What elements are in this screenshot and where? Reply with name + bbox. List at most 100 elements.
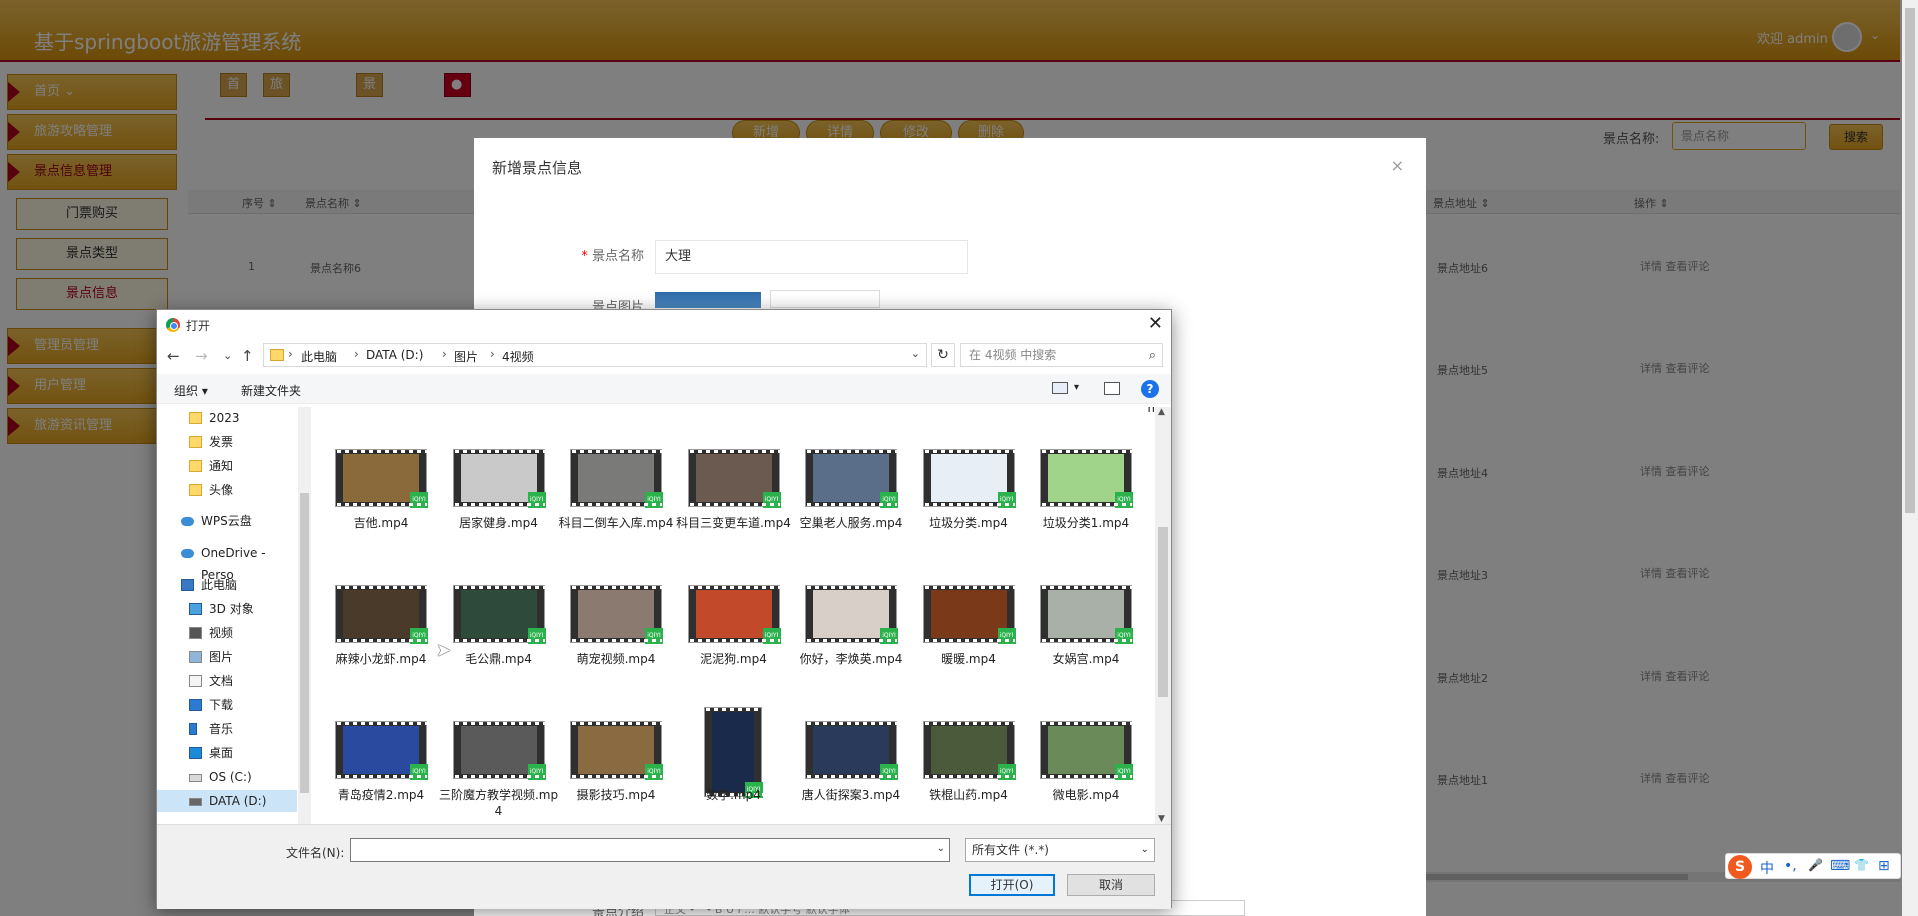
tree-scrollbar[interactable] xyxy=(298,407,311,824)
breadcrumb-pictures[interactable]: 图片 xyxy=(454,348,478,365)
preview-pane-icon[interactable] xyxy=(1104,382,1120,395)
tree-item-label: 桌面 xyxy=(209,746,234,760)
chevron-down-icon[interactable]: ⌄ xyxy=(911,347,920,360)
tree-item[interactable]: 音乐 xyxy=(157,718,297,740)
breadcrumb-videos[interactable]: 4视频 xyxy=(502,348,534,365)
help-icon[interactable]: ? xyxy=(1141,380,1159,398)
file-item[interactable]: iQIYI 吉他.mp4 xyxy=(319,445,428,560)
organize-button[interactable]: 组织 ▾ xyxy=(174,382,208,399)
cancel-button[interactable]: 取消 xyxy=(1067,874,1155,896)
tree-item[interactable]: 头像 xyxy=(157,479,297,501)
chevron-right-icon[interactable]: › xyxy=(354,347,359,361)
file-item[interactable]: iQIYI 摄影技巧.mp4 xyxy=(554,717,663,824)
ime-mode-icon[interactable]: 中 xyxy=(1760,858,1774,878)
tree-item[interactable]: 下载 xyxy=(157,694,297,716)
scroll-thumb[interactable] xyxy=(300,493,309,793)
filetype-select[interactable]: 所有文件 (*.*) ⌄ xyxy=(965,838,1155,862)
file-item[interactable]: iQIYI 空巢老人服务.mp4 xyxy=(789,445,902,560)
skin-icon[interactable]: 👕 xyxy=(1854,858,1869,872)
breadcrumb-pc[interactable]: 此电脑 xyxy=(301,348,337,365)
new-folder-button[interactable]: 新建文件夹 xyxy=(241,382,301,399)
file-name: 科目三变更车道.mp4 xyxy=(676,516,791,530)
keyboard-icon[interactable]: ⌨ xyxy=(1830,858,1850,874)
file-item[interactable]: iQIYI 你好，李焕英.mp4 xyxy=(789,581,902,696)
file-item[interactable]: iQIYI 毛公鼎.mp4 xyxy=(437,581,546,696)
tree-item[interactable]: WPS云盘 xyxy=(157,510,297,532)
dialog-search-input[interactable]: 在 4视频 中搜索 ⌕ xyxy=(960,343,1163,367)
tree-item[interactable]: 图片 xyxy=(157,646,297,668)
punctuation-icon[interactable]: •, xyxy=(1784,858,1797,874)
file-item[interactable]: iQIYI 萌宠视频.mp4 xyxy=(554,581,663,696)
tree-item[interactable]: 3D 对象 xyxy=(157,598,297,620)
file-item[interactable]: iQIYI 科目三变更车道.mp4 xyxy=(672,445,791,560)
scroll-thumb[interactable] xyxy=(1158,527,1168,697)
close-icon[interactable]: × xyxy=(1391,156,1404,175)
chevron-down-icon[interactable]: ⌄ xyxy=(937,843,945,854)
iqiyi-badge-icon: iQIYI xyxy=(1115,628,1133,644)
tree-item[interactable]: 桌面 xyxy=(157,742,297,764)
close-icon[interactable]: ✕ xyxy=(1148,313,1163,334)
filename-label: 文件名(N): xyxy=(286,846,345,860)
chevron-right-icon[interactable]: › xyxy=(490,347,495,361)
address-bar[interactable]: › 此电脑 › DATA (D:) › 图片 › 4视频 ⌄ xyxy=(263,343,927,367)
filename-input[interactable]: ⌄ xyxy=(350,838,950,862)
chevron-right-icon[interactable]: › xyxy=(288,347,293,361)
file-item[interactable]: iQIYI 唐人街探案3.mp4 xyxy=(789,717,900,824)
file-item[interactable]: iQIYI 科目二倒车入库.mp4 xyxy=(554,445,673,560)
toolbox-icon[interactable]: ⊞ xyxy=(1878,858,1890,874)
breadcrumb-drive[interactable]: DATA (D:) xyxy=(366,348,423,362)
file-item[interactable]: iQIYI 暖暖.mp4 xyxy=(907,581,1016,696)
tree-item[interactable]: 发票 xyxy=(157,431,297,453)
iqiyi-badge-icon: iQIYI xyxy=(997,764,1016,780)
chevron-right-icon[interactable]: › xyxy=(442,347,447,361)
open-button[interactable]: 打开(O) xyxy=(969,874,1055,896)
file-scrollbar[interactable]: ▲ ▼ xyxy=(1155,407,1171,824)
drive-icon xyxy=(189,798,202,806)
scroll-down-icon[interactable]: ▼ xyxy=(1158,814,1165,824)
tree-item[interactable]: 此电脑 xyxy=(157,574,297,596)
scroll-thumb[interactable] xyxy=(1905,8,1915,513)
folder-icon xyxy=(189,412,202,424)
file-item[interactable]: iQIYI 三阶魔方教学视频.mp4 xyxy=(437,717,558,824)
thumbnail-frame xyxy=(930,590,1007,638)
tree-item[interactable]: 文档 xyxy=(157,670,297,692)
file-item[interactable]: iQIYI 青岛疫情2.mp4 xyxy=(319,717,428,824)
tree-item[interactable]: 通知 xyxy=(157,455,297,477)
view-icon[interactable] xyxy=(1052,382,1068,394)
modal-title: 新增景点信息 xyxy=(492,159,583,177)
file-item[interactable]: iQIYI 铁棍山药.mp4 xyxy=(907,717,1016,824)
upload-box[interactable] xyxy=(770,290,880,308)
up-icon[interactable]: ↑ xyxy=(241,347,254,365)
tree-item[interactable]: 视频 xyxy=(157,622,297,644)
chevron-down-icon[interactable]: ⌄ xyxy=(1141,839,1149,861)
forward-icon[interactable]: → xyxy=(195,347,208,365)
file-item[interactable]: iQIYI 垃圾分类.mp4 xyxy=(907,445,1016,560)
page-scrollbar[interactable] xyxy=(1902,0,1918,916)
file-item[interactable]: iQIYI 垃圾分类1.mp4 xyxy=(1024,445,1133,560)
microphone-icon[interactable]: 🎤 xyxy=(1808,858,1823,872)
tree-item[interactable]: OneDrive - Perso xyxy=(157,542,297,582)
refresh-icon[interactable]: ↻ xyxy=(931,343,955,367)
tree-item-label: 头像 xyxy=(209,483,234,497)
iqiyi-badge-icon: iQIYI xyxy=(762,492,781,508)
file-item[interactable]: iQIYI 麻辣小龙虾.mp4 xyxy=(319,581,428,696)
sogou-logo-icon[interactable]: S xyxy=(1728,855,1752,879)
file-item[interactable]: iQIYI 居家健身.mp4 xyxy=(437,445,546,560)
file-item[interactable]: iQIYI 女娲宫.mp4 xyxy=(1024,581,1133,696)
file-item[interactable]: iQIYI 泥泥狗.mp4 xyxy=(672,581,781,696)
video-thumbnail: iQIYI xyxy=(452,585,546,644)
tree-item[interactable]: OS (C:) xyxy=(157,766,297,788)
thumbnail-frame xyxy=(1048,590,1124,638)
recent-chevron-icon[interactable]: ⌄ xyxy=(223,349,232,362)
file-item[interactable]: iQIYI 微电影.mp4 xyxy=(1024,717,1133,824)
search-placeholder: 在 4视频 中搜索 xyxy=(969,348,1057,362)
tree-item[interactable]: 2023 xyxy=(157,407,297,429)
search-icon[interactable]: ⌕ xyxy=(1149,345,1156,367)
tree-item[interactable]: DATA (D:) xyxy=(157,790,297,812)
back-icon[interactable]: ← xyxy=(167,347,180,365)
scroll-up-icon[interactable]: ▲ xyxy=(1158,407,1165,417)
file-item[interactable]: iQIYI 数学.mp4 xyxy=(672,707,796,824)
view-caret-icon[interactable]: ▾ xyxy=(1074,382,1079,393)
spot-name-input[interactable]: 大理 xyxy=(655,240,968,274)
video-thumbnail: iQIYI xyxy=(570,721,663,780)
